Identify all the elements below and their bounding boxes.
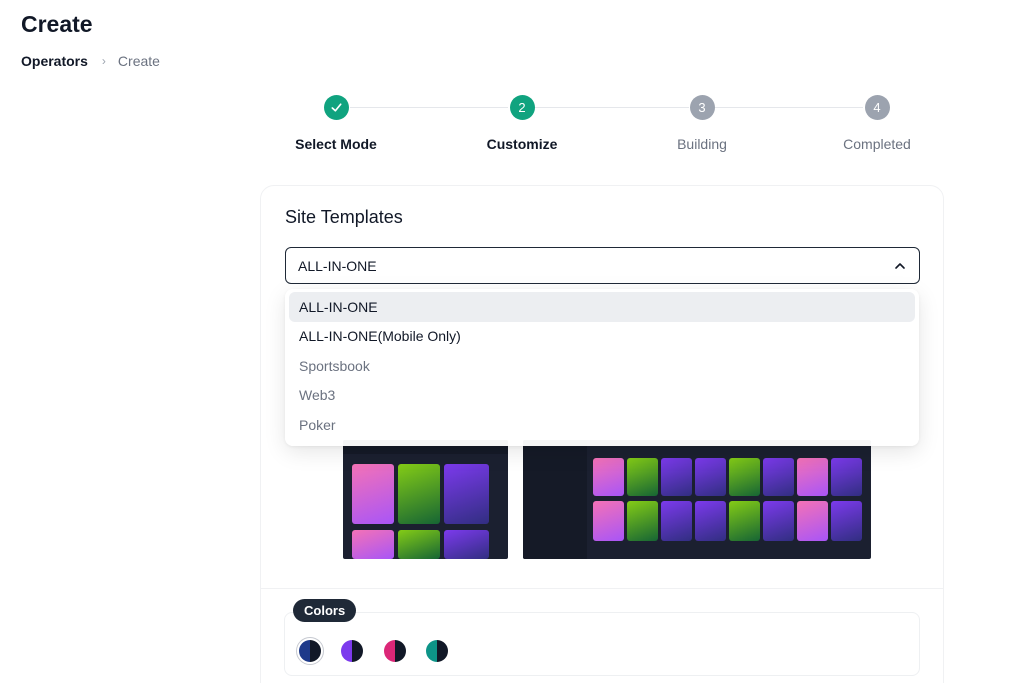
swatch-primary bbox=[299, 640, 310, 662]
step-number: 4 bbox=[864, 95, 890, 120]
game-thumbnail bbox=[797, 501, 828, 541]
game-thumbnail bbox=[729, 458, 760, 496]
swatch-primary bbox=[341, 640, 352, 662]
template-preview-desktop[interactable] bbox=[523, 440, 871, 559]
breadcrumb: Operators › Create bbox=[21, 53, 160, 69]
dropdown-option-sportsbook[interactable]: Sportsbook bbox=[289, 351, 915, 381]
swatch-primary bbox=[384, 640, 395, 662]
game-thumbnail bbox=[444, 464, 489, 524]
section-divider bbox=[260, 588, 944, 589]
game-thumbnail bbox=[729, 501, 760, 541]
game-thumbnail bbox=[398, 464, 440, 524]
page-title: Create bbox=[21, 11, 93, 37]
swatch-secondary bbox=[310, 640, 321, 662]
step-label: Building bbox=[677, 136, 727, 152]
site-template-select[interactable]: ALL-IN-ONE bbox=[285, 247, 920, 284]
game-thumbnail bbox=[352, 530, 394, 559]
color-swatch-blue[interactable] bbox=[299, 640, 321, 662]
step-completed-check-icon bbox=[323, 95, 349, 120]
step-number: 3 bbox=[689, 95, 715, 120]
game-thumbnail bbox=[627, 458, 658, 496]
swatch-secondary bbox=[437, 640, 448, 662]
game-thumbnail bbox=[831, 458, 862, 496]
color-swatch-teal[interactable] bbox=[426, 640, 448, 662]
swatch-secondary bbox=[352, 640, 363, 662]
site-templates-title: Site Templates bbox=[285, 207, 403, 227]
step-label: Completed bbox=[843, 136, 911, 152]
step-label: Customize bbox=[486, 136, 558, 152]
swatch-primary bbox=[426, 640, 437, 662]
breadcrumb-current: Create bbox=[117, 53, 160, 69]
step-customize[interactable]: 2 Customize bbox=[442, 95, 602, 152]
game-thumbnail bbox=[593, 501, 624, 541]
game-thumbnail bbox=[444, 530, 489, 559]
breadcrumb-operators-link[interactable]: Operators bbox=[21, 53, 88, 69]
dropdown-option-web3[interactable]: Web3 bbox=[289, 381, 915, 411]
game-thumbnail bbox=[831, 501, 862, 541]
game-thumbnail bbox=[593, 458, 624, 496]
stepper: Select Mode 2 Customize 3 Building 4 Com… bbox=[0, 90, 1024, 160]
game-thumbnail bbox=[763, 458, 794, 496]
game-thumbnail bbox=[627, 501, 658, 541]
dropdown-option-all-in-one[interactable]: ALL-IN-ONE bbox=[289, 292, 915, 322]
color-swatch-pink[interactable] bbox=[384, 640, 406, 662]
step-number: 2 bbox=[509, 95, 535, 120]
game-thumbnail bbox=[797, 458, 828, 496]
game-thumbnail bbox=[352, 464, 394, 524]
game-thumbnail bbox=[763, 501, 794, 541]
select-value: ALL-IN-ONE bbox=[298, 257, 377, 274]
site-template-dropdown: ALL-IN-ONE ALL-IN-ONE(Mobile Only) Sport… bbox=[285, 289, 919, 446]
game-thumbnail bbox=[398, 530, 440, 559]
step-building: 3 Building bbox=[622, 95, 782, 152]
color-swatch-purple[interactable] bbox=[341, 640, 363, 662]
swatch-secondary bbox=[395, 640, 406, 662]
template-preview-mobile[interactable] bbox=[343, 440, 508, 559]
dropdown-option-poker[interactable]: Poker bbox=[289, 410, 915, 440]
game-thumbnail bbox=[661, 501, 692, 541]
game-thumbnail bbox=[695, 458, 726, 496]
step-select-mode[interactable]: Select Mode bbox=[256, 95, 416, 152]
step-label: Select Mode bbox=[295, 136, 377, 152]
game-thumbnail bbox=[695, 501, 726, 541]
preview-sidebar bbox=[523, 440, 587, 559]
game-thumbnail bbox=[661, 458, 692, 496]
step-completed: 4 Completed bbox=[797, 95, 957, 152]
breadcrumb-separator: › bbox=[101, 54, 106, 68]
dropdown-option-all-in-one-mobile[interactable]: ALL-IN-ONE(Mobile Only) bbox=[289, 322, 915, 352]
color-swatch-panel bbox=[284, 612, 920, 676]
chevron-up-icon bbox=[895, 262, 905, 269]
colors-label: Colors bbox=[293, 599, 357, 622]
